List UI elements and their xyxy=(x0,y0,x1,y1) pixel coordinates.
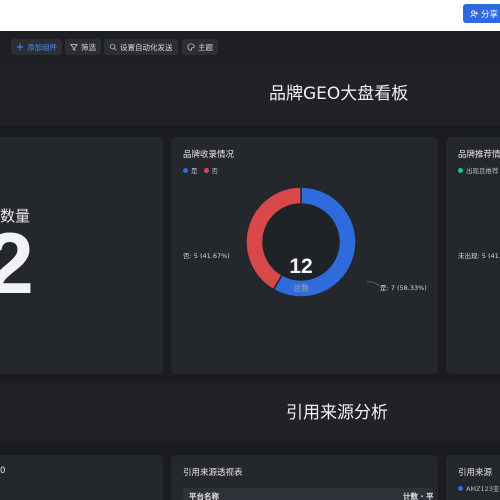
legend-item-source[interactable]: AMZ123亚 xyxy=(458,483,499,493)
source-right-card-title: 引用来源 xyxy=(458,468,493,478)
palette-icon xyxy=(187,43,195,51)
legend-dot-no xyxy=(203,167,209,173)
share-button[interactable]: 分享 xyxy=(463,4,500,23)
inclusion-card-title: 品牌收录情况 xyxy=(183,150,235,160)
section-header-sources: 引用来源分析 xyxy=(0,382,500,442)
source-right-card[interactable]: 引用来源 AMZ123亚 xyxy=(446,455,500,500)
legend-dot-recommended xyxy=(458,167,463,173)
legend-label-recommended: 出现且推荐 xyxy=(466,167,499,175)
filter-icon xyxy=(70,44,78,51)
plus-icon xyxy=(16,43,24,51)
legend-label-source: AMZ123亚 xyxy=(466,485,500,493)
legend-dot-source xyxy=(458,485,463,491)
add-widget-label: 添加组件 xyxy=(27,42,57,52)
top-header: 分享 xyxy=(0,0,500,31)
slice-label-no: 否: 5 (41.67%) xyxy=(183,252,230,260)
count-card-value: 2 xyxy=(0,216,34,312)
legend-label-no: 否 xyxy=(211,167,219,175)
share-label: 分享 xyxy=(481,9,499,20)
automation-button[interactable]: 设置自动化发送 xyxy=(104,39,178,55)
legend-item-recommended[interactable]: 出现且推荐 xyxy=(458,165,499,175)
source-pivot-card-title: 引用来源透视表 xyxy=(183,468,243,478)
column-header-count[interactable]: 计数 · 平 xyxy=(403,491,434,500)
slice-label-yes: 是: 7 (58.33%) xyxy=(380,284,427,292)
automation-label: 设置自动化发送 xyxy=(120,42,173,52)
donut-center-label: 总数 xyxy=(293,284,309,293)
source-left-card-title: 0 xyxy=(0,466,6,476)
donut-center-value: 12 xyxy=(289,255,313,278)
filter-label: 筛选 xyxy=(81,42,96,52)
source-pivot-card[interactable]: 引用来源透视表 平台名称 计数 · 平 xyxy=(171,455,438,500)
legend-label-yes: 是 xyxy=(191,167,198,175)
inclusion-donut-chart[interactable] xyxy=(245,186,357,298)
source-right-legend: AMZ123亚 xyxy=(458,483,499,493)
theme-label: 主题 xyxy=(198,42,213,52)
filter-button[interactable]: 筛选 xyxy=(65,39,101,55)
search-clock-icon xyxy=(109,43,117,51)
toolbar: 添加组件 筛选 设置自动化发送 主题 xyxy=(0,31,500,65)
count-card[interactable]: 数量 2 xyxy=(0,137,163,374)
inclusion-card[interactable]: 品牌收录情况 是 否 12 总数 否: 5 (41.67%) 是: 7 (58.… xyxy=(171,137,438,374)
inclusion-legend: 是 否 xyxy=(183,165,218,175)
slice-leader-yes xyxy=(367,281,381,287)
legend-item-no[interactable]: 否 xyxy=(203,165,219,175)
share-icon xyxy=(470,9,478,17)
dashboard-root: 分享 添加组件 筛选 设置自动化发送 主题 品牌GEO大盘看板 数量 2 品牌收… xyxy=(0,0,500,500)
section-title-overview: 品牌GEO大盘看板 xyxy=(269,84,409,104)
section-title-sources: 引用来源分析 xyxy=(286,403,388,423)
legend-dot-yes xyxy=(183,167,188,173)
recommend-legend: 出现且推荐 xyxy=(458,165,499,175)
column-header-platform[interactable]: 平台名称 xyxy=(189,491,219,500)
recommend-card[interactable]: 品牌推荐情 出现且推荐 未出现: 5 (41. xyxy=(446,137,500,374)
theme-button[interactable]: 主题 xyxy=(182,39,218,55)
section-header-overview: 品牌GEO大盘看板 xyxy=(0,65,500,125)
pivot-table-header: 平台名称 计数 · 平 xyxy=(183,488,434,500)
recommend-slice-label: 未出现: 5 (41. xyxy=(458,252,500,260)
source-left-card[interactable]: 0 xyxy=(0,455,163,500)
recommend-card-title: 品牌推荐情 xyxy=(458,150,500,160)
legend-item-yes[interactable]: 是 xyxy=(183,165,198,175)
add-widget-button[interactable]: 添加组件 xyxy=(11,39,62,55)
